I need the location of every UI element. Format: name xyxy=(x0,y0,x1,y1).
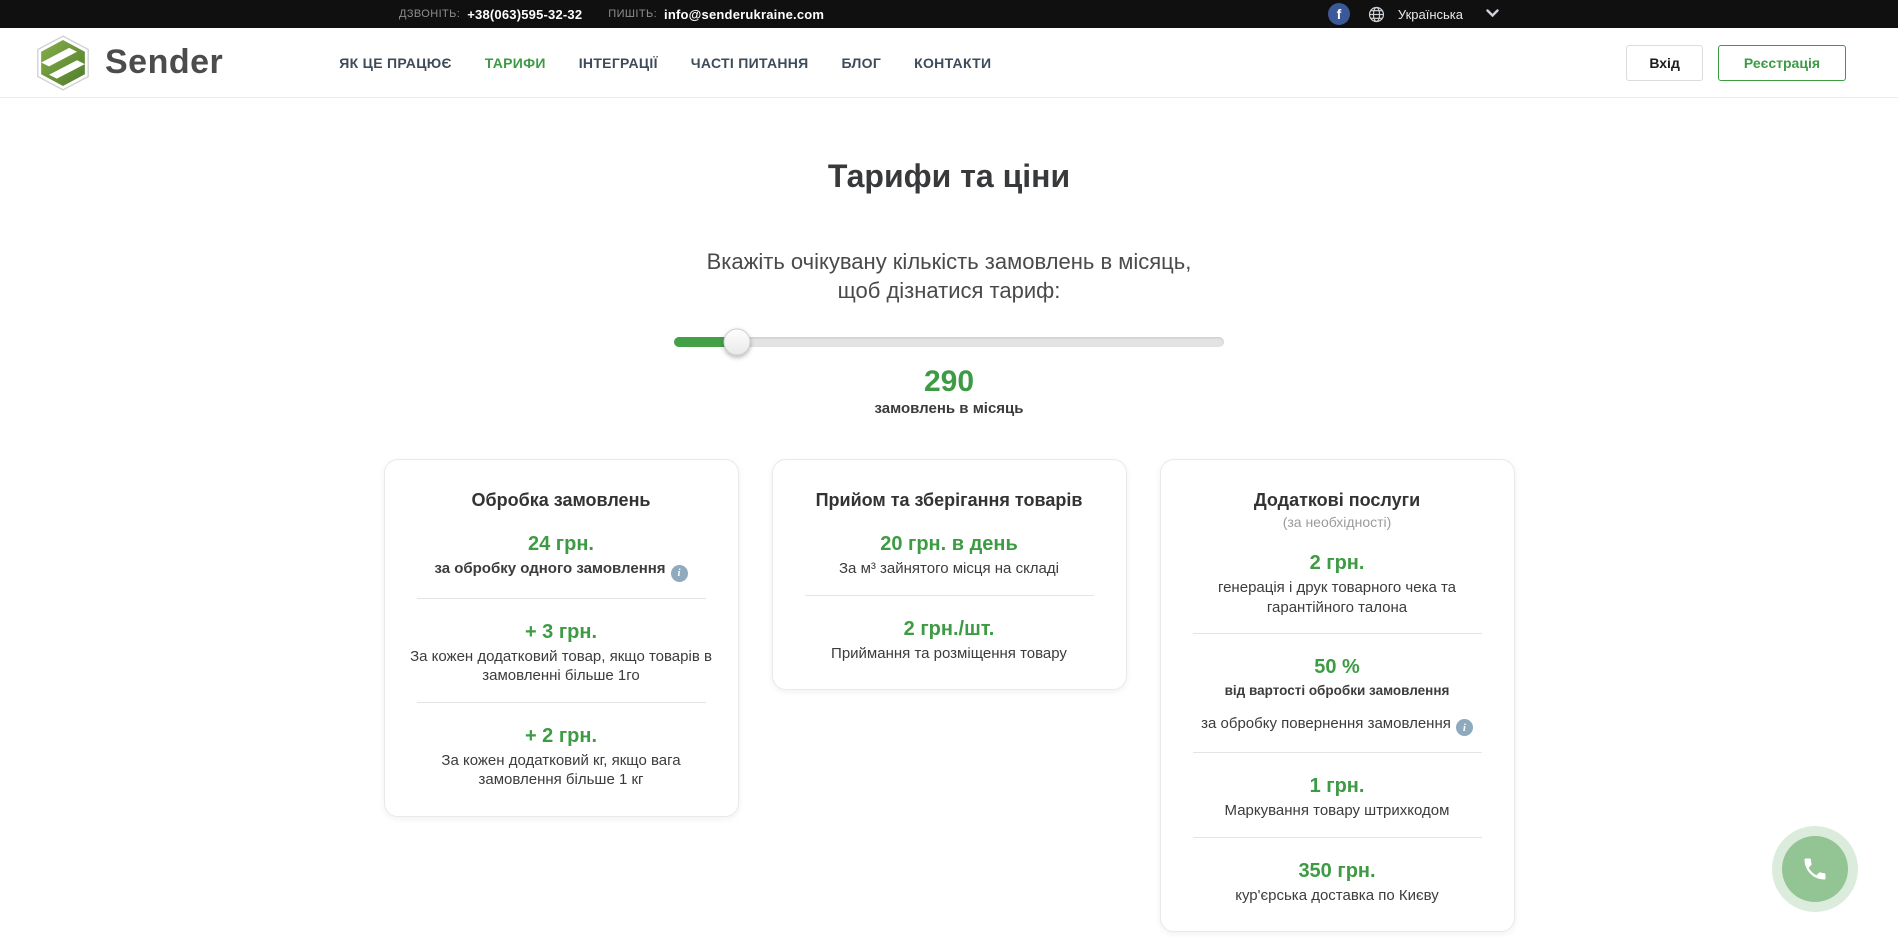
orders-slider xyxy=(674,329,1224,355)
pricing-card: Додаткові послуги (за необхідності) 2 грн.… xyxy=(1160,459,1515,932)
callback-button[interactable] xyxy=(1772,826,1858,912)
card-divider xyxy=(1193,752,1482,753)
chevron-down-icon xyxy=(1486,5,1499,23)
price-value: 24 грн. xyxy=(407,533,716,556)
page-title: Тарифи та ціни xyxy=(379,158,1519,195)
nav-item-3[interactable]: ЧАСТІ ПИТАННЯ xyxy=(691,55,809,71)
main-nav: ЯК ЦЕ ПРАЦЮЄ ТАРИФИ ІНТЕГРАЦІЇ ЧАСТІ ПИТАНН… xyxy=(339,55,991,71)
price-desc: Приймання та розміщення товару xyxy=(831,645,1067,662)
pricing-card: Прийом та зберігання товарів 20 грн. в де… xyxy=(772,459,1127,690)
price-value: 50 % xyxy=(1183,656,1492,679)
price-desc-row: За кожен додатковий кг, якщо вага замовл… xyxy=(407,751,716,790)
facebook-icon[interactable]: f xyxy=(1328,3,1350,25)
register-button[interactable]: Реєстрація xyxy=(1718,45,1846,81)
price-value: 350 грн. xyxy=(1183,860,1492,883)
login-button[interactable]: Вхід xyxy=(1626,45,1703,81)
language-label: Українська xyxy=(1398,7,1463,22)
price-desc-row: За м³ зайнятого місця на складі xyxy=(795,559,1104,579)
price-desc-row: кур'єрська доставка по Києву xyxy=(1183,886,1492,906)
nav-item-5[interactable]: КОНТАКТИ xyxy=(914,55,991,71)
card-divider xyxy=(1193,837,1482,838)
card-title: Прийом та зберігання товарів xyxy=(795,490,1104,511)
info-icon[interactable]: i xyxy=(671,565,688,582)
price-value: 2 грн./шт. xyxy=(795,618,1104,641)
orders-label: замовлень в місяць xyxy=(379,400,1519,417)
call-label: ДЗВОНІТЬ: xyxy=(399,8,460,20)
price-desc-row: генерація і друк товарного чека та гаран… xyxy=(1183,578,1492,617)
phone-icon xyxy=(1782,836,1848,902)
pricing-card: Обробка замовлень 24 грн. за обробку одног… xyxy=(384,459,739,817)
card-divider xyxy=(417,598,706,599)
price-desc: За кожен додатковий кг, якщо вага замовл… xyxy=(441,752,680,789)
contact-block: ДЗВОНІТЬ: +38(063)595-32-32 ПИШІТЬ: info… xyxy=(399,7,824,22)
price-value: + 2 грн. xyxy=(407,725,716,748)
card-divider xyxy=(1193,633,1482,634)
card-divider xyxy=(805,595,1094,596)
info-icon[interactable]: i xyxy=(1456,719,1473,736)
price-value: 1 грн. xyxy=(1183,775,1492,798)
brand-name: Sender xyxy=(105,43,223,82)
topbar: ДЗВОНІТЬ: +38(063)595-32-32 ПИШІТЬ: info… xyxy=(0,0,1898,28)
write-label: ПИШІТЬ: xyxy=(608,8,657,20)
price-desc: За кожен додатковий товар, якщо товарів … xyxy=(410,648,712,685)
sender-hexagon-logo-icon xyxy=(35,35,91,91)
slider-instruction-line1: Вкажіть очікувану кількість замовлень в … xyxy=(379,247,1519,276)
card-title: Обробка замовлень xyxy=(407,490,716,511)
price-desc: за обробку одного замовлення xyxy=(434,560,665,577)
logo[interactable]: Sender xyxy=(35,35,223,91)
price-desc: Маркування товару штрихкодом xyxy=(1225,802,1450,819)
nav-item-1[interactable]: ТАРИФИ xyxy=(485,55,546,71)
pricing-cards: Обробка замовлень 24 грн. за обробку одног… xyxy=(379,459,1519,932)
price-desc: кур'єрська доставка по Києву xyxy=(1235,887,1439,904)
price-desc: За м³ зайнятого місця на складі xyxy=(839,560,1059,577)
nav-item-4[interactable]: БЛОГ xyxy=(842,55,882,71)
language-selector[interactable]: Українська xyxy=(1368,5,1499,23)
price-desc-row: Приймання та розміщення товару xyxy=(795,644,1104,664)
pricing-section: Тарифи та ціни Вкажіть очікувану кількіс… xyxy=(379,158,1519,939)
price-desc-row: за обробку повернення замовлення i xyxy=(1183,714,1492,737)
site-header: Sender ЯК ЦЕ ПРАЦЮЄ ТАРИФИ ІНТЕГРАЦІЇ ЧАСТІ… xyxy=(0,28,1898,98)
price-desc: від вартості обробки замовлення xyxy=(1225,683,1450,698)
price-desc-row: За кожен додатковий товар, якщо товарів … xyxy=(407,647,716,686)
price-value: + 3 грн. xyxy=(407,621,716,644)
globe-icon xyxy=(1368,6,1385,23)
card-title: Додаткові послуги xyxy=(1183,490,1492,511)
price-desc: за обробку повернення замовлення xyxy=(1201,715,1451,732)
price-desc: генерація і друк товарного чека та гаран… xyxy=(1218,579,1456,616)
price-value: 20 грн. в день xyxy=(795,533,1104,556)
card-divider xyxy=(417,702,706,703)
phone-link[interactable]: +38(063)595-32-32 xyxy=(467,7,582,22)
slider-handle[interactable] xyxy=(724,329,751,356)
slider-instruction: Вкажіть очікувану кількість замовлень в … xyxy=(379,247,1519,305)
nav-item-0[interactable]: ЯК ЦЕ ПРАЦЮЄ xyxy=(339,55,451,71)
orders-value: 290 xyxy=(379,365,1519,399)
price-desc-row: Маркування товару штрихкодом xyxy=(1183,801,1492,821)
price-desc-row: за обробку одного замовлення i xyxy=(407,559,716,582)
price-desc-row: від вартості обробки замовлення xyxy=(1183,682,1492,700)
email-link[interactable]: info@senderukraine.com xyxy=(664,7,824,22)
card-subtitle: (за необхідності) xyxy=(1183,514,1492,530)
price-value: 2 грн. xyxy=(1183,552,1492,575)
slider-instruction-line2: щоб дізнатися тариф: xyxy=(379,276,1519,305)
slider-track[interactable] xyxy=(674,337,1224,347)
nav-item-2[interactable]: ІНТЕГРАЦІЇ xyxy=(579,55,658,71)
